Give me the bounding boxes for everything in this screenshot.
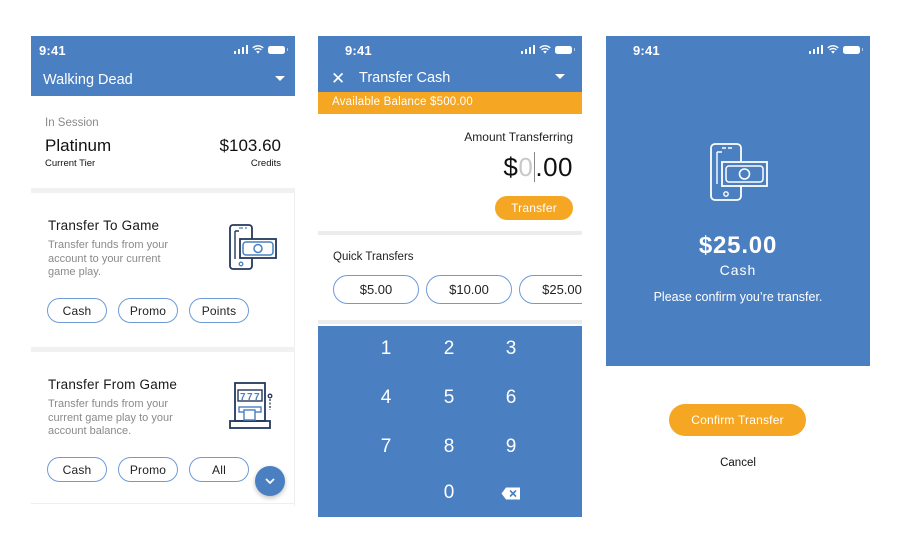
status-icons (520, 45, 575, 54)
app-header: 9:41 ✕ Transfer Cash (318, 36, 582, 92)
slot-machine-icon: 7 7 7 (229, 382, 273, 429)
battery-icon (268, 45, 288, 54)
amount-decimals: .00 (535, 152, 573, 182)
transfer-to-options: Cash Promo Points (47, 298, 249, 323)
transfer-from-options: Cash Promo All (47, 457, 249, 482)
key-4[interactable]: 4 (366, 383, 406, 413)
status-time: 9:41 (633, 43, 660, 58)
key-9[interactable]: 9 (491, 432, 531, 462)
key-5[interactable]: 5 (429, 383, 469, 413)
screen-title: Transfer Cash (359, 70, 451, 86)
signal-icon (520, 45, 535, 54)
confirm-transfer-button[interactable]: Confirm Transfer (669, 404, 806, 436)
phone-cash-icon (710, 143, 768, 201)
card-title: Transfer To Game (48, 218, 160, 233)
confirm-transfer-type: Cash (719, 262, 757, 278)
confirmation-panel: 9:41 $25.00 Cash Please confirm you’re t… (606, 36, 870, 366)
quick-transfer-options: $5.00 $10.00 $25.00 (333, 275, 582, 304)
status-bar: 9:41 (606, 36, 870, 66)
amount-input[interactable]: $0.00 (503, 152, 573, 183)
backspace-icon (501, 487, 520, 499)
quick-transfers-section: Quick Transfers $5.00 $10.00 $25.00 (318, 235, 582, 315)
key-8[interactable]: 8 (429, 432, 469, 462)
amount-placeholder: 0 (518, 152, 536, 182)
session-status: In Session (45, 117, 99, 129)
numeric-keypad: 1 2 3 4 5 6 7 8 9 0 (318, 326, 582, 517)
section-divider (31, 503, 295, 504)
game-title: Walking Dead (43, 72, 133, 88)
credits-label: Credits (250, 158, 281, 169)
transfer-type-selector[interactable]: ✕ Transfer Cash (318, 66, 582, 92)
cancel-button[interactable]: Cancel (606, 457, 870, 469)
tier-label: Current Tier (45, 158, 96, 169)
transfer-to-game-card: Transfer To Game Transfer funds from you… (31, 193, 295, 347)
tier-value: Platinum (45, 136, 112, 155)
status-bar: 9:41 (31, 36, 295, 66)
section-divider (318, 320, 582, 324)
quick-transfers-label: Quick Transfers (333, 251, 414, 263)
amount-section: Amount Transferring $0.00 Transfer (318, 114, 582, 231)
scroll-down-button[interactable] (255, 466, 285, 496)
amount-label: Amount Transferring (464, 130, 573, 144)
battery-icon (555, 45, 575, 54)
svg-text:7: 7 (247, 392, 253, 403)
status-time: 9:41 (345, 43, 372, 58)
wifi-icon (539, 45, 551, 54)
caret-down-icon[interactable] (555, 74, 565, 79)
wifi-icon (827, 45, 839, 54)
key-7[interactable]: 7 (366, 432, 406, 462)
key-6[interactable]: 6 (491, 383, 531, 413)
transfer-button[interactable]: Transfer (495, 196, 573, 220)
game-selector[interactable]: Walking Dead (31, 66, 295, 96)
chevron-down-icon (265, 478, 275, 484)
svg-text:7: 7 (254, 392, 260, 403)
to-game-cash-button[interactable]: Cash (47, 298, 107, 323)
quick-transfer-10-button[interactable]: $10.00 (426, 275, 512, 304)
svg-text:7: 7 (240, 392, 246, 403)
available-balance-banner: Available Balance $500.00 (318, 92, 582, 114)
key-1[interactable]: 1 (366, 334, 406, 364)
from-game-all-button[interactable]: All (189, 457, 249, 482)
close-icon[interactable]: ✕ (331, 70, 345, 87)
confirm-transfer-screen: 9:41 $25.00 Cash Please confirm you’re t… (606, 36, 870, 486)
status-bar: 9:41 (318, 36, 582, 66)
status-icons (808, 45, 863, 54)
from-game-cash-button[interactable]: Cash (47, 457, 107, 482)
card-description: Transfer funds from your current game pl… (48, 398, 173, 437)
key-2[interactable]: 2 (429, 334, 469, 364)
app-header: 9:41 Walking Dead (31, 36, 295, 96)
quick-transfer-5-button[interactable]: $5.00 (333, 275, 419, 304)
signal-icon (233, 45, 248, 54)
card-description: Transfer funds from your account to your… (48, 239, 169, 278)
phone-cash-icon (229, 224, 277, 270)
transfer-cash-screen: 9:41 ✕ Transfer Cash Available Balance $… (318, 36, 582, 517)
session-summary: In Session Platinum Current Tier $103.60… (31, 96, 295, 188)
from-game-promo-button[interactable]: Promo (118, 457, 178, 482)
caret-down-icon[interactable] (275, 76, 285, 81)
currency-symbol: $ (503, 152, 519, 182)
game-overview-screen: 9:41 Walking Dead In Session Platinum Cu… (31, 36, 295, 506)
to-game-promo-button[interactable]: Promo (118, 298, 178, 323)
status-time: 9:41 (39, 43, 66, 58)
backspace-key[interactable] (491, 478, 531, 508)
key-0[interactable]: 0 (429, 478, 469, 508)
confirm-message: Please confirm you’re transfer. (653, 290, 823, 304)
credits-value: $103.60 (219, 136, 281, 155)
key-3[interactable]: 3 (491, 334, 531, 364)
quick-transfer-25-button[interactable]: $25.00 (519, 275, 582, 304)
signal-icon (808, 45, 823, 54)
wifi-icon (252, 45, 264, 54)
battery-icon (843, 45, 863, 54)
status-icons (233, 45, 288, 54)
to-game-points-button[interactable]: Points (189, 298, 249, 323)
card-title: Transfer From Game (48, 377, 178, 392)
confirm-amount: $25.00 (698, 232, 778, 259)
